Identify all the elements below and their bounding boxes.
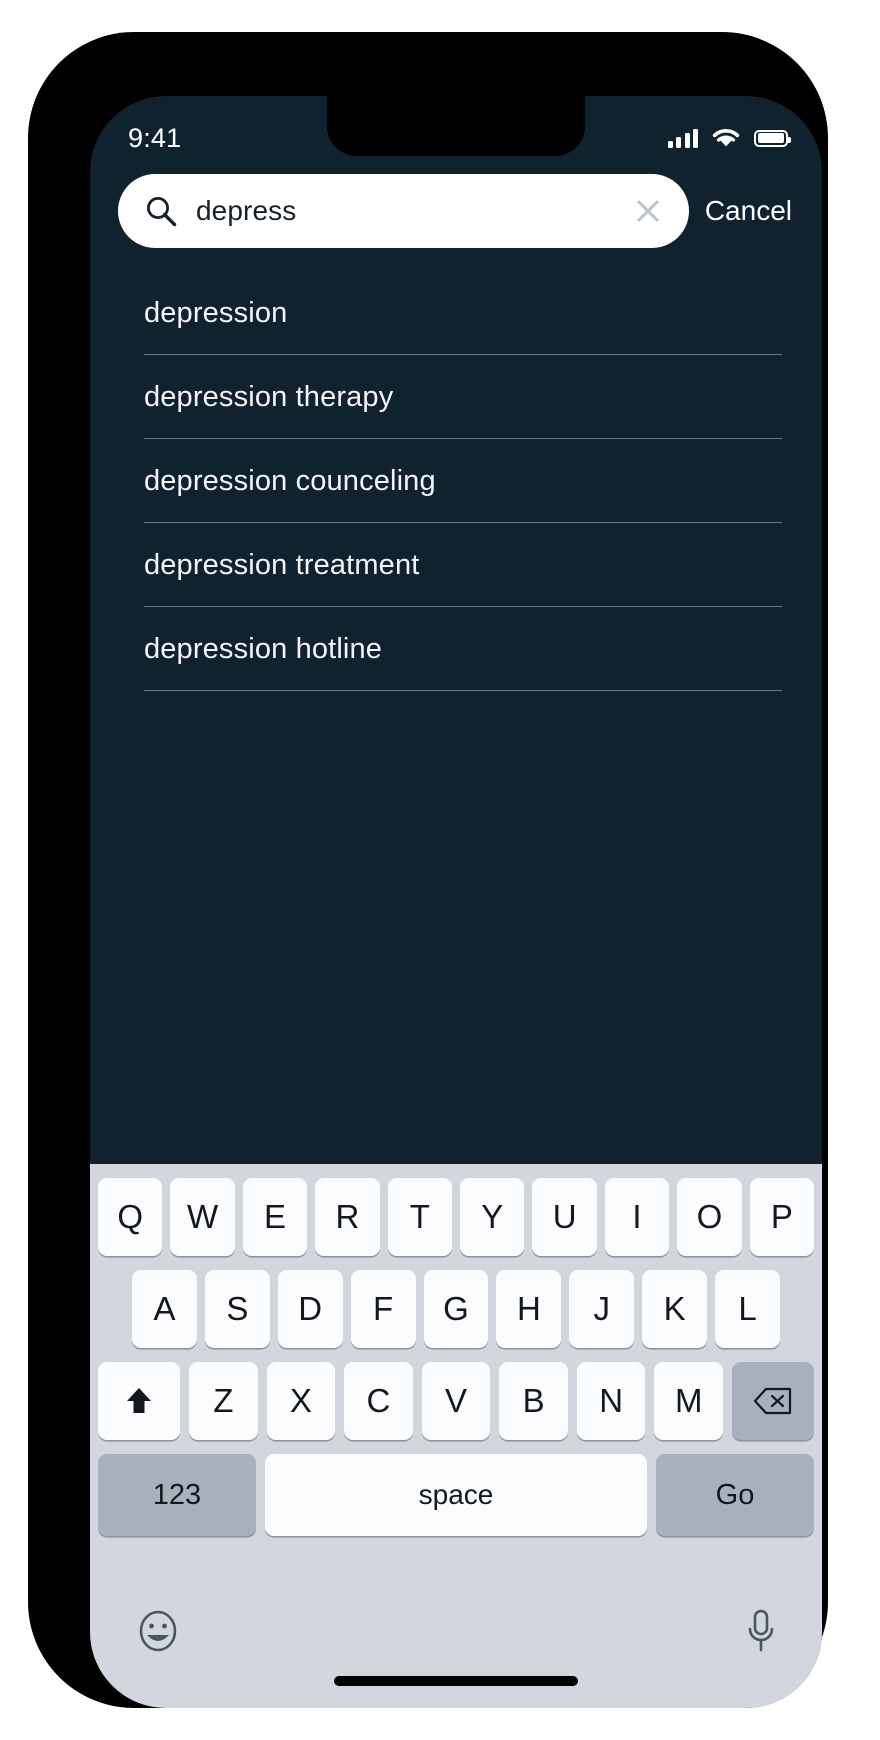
backspace-delete-icon[interactable] [732,1362,814,1440]
search-suggestions-list: depression depression therapy depression… [90,271,822,691]
suggestion-label: depression therapy [144,381,782,414]
key-i[interactable]: I [605,1178,669,1256]
clear-x-icon[interactable] [633,196,663,226]
key-d[interactable]: D [278,1270,343,1348]
list-item[interactable]: depression [144,271,782,355]
home-indicator [334,1676,578,1686]
key-v[interactable]: V [422,1362,491,1440]
key-m[interactable]: M [654,1362,723,1440]
key-u[interactable]: U [532,1178,596,1256]
emoji-smiley-icon[interactable] [134,1607,182,1655]
shift-up-arrow-icon[interactable] [98,1362,180,1440]
key-h[interactable]: H [496,1270,561,1348]
key-o[interactable]: O [677,1178,741,1256]
key-y[interactable]: Y [460,1178,524,1256]
suggestion-label: depression counceling [144,465,782,498]
list-item[interactable]: depression therapy [144,355,782,439]
key-j[interactable]: J [569,1270,634,1348]
key-f[interactable]: F [351,1270,416,1348]
wifi-icon [711,127,741,149]
search-input[interactable]: depress [196,195,615,227]
key-c[interactable]: C [344,1362,413,1440]
key-x[interactable]: X [267,1362,336,1440]
search-bar-row: depress Cancel [90,174,822,248]
key-g[interactable]: G [424,1270,489,1348]
key-s[interactable]: S [205,1270,270,1348]
microphone-icon[interactable] [744,1607,778,1655]
keyboard-row-1: Q W E R T Y U I O P [90,1178,822,1256]
status-bar-time: 9:41 [128,123,181,154]
key-r[interactable]: R [315,1178,379,1256]
suggestion-label: depression [144,297,782,330]
keyboard-row-3: Z X C V B N M [90,1362,822,1440]
cellular-signal-icon [668,128,699,148]
screenshot-stage: 9:41 [0,0,880,1740]
list-item[interactable]: depression counceling [144,439,782,523]
status-bar-icons [668,127,789,149]
keyboard-row-4: 123 space Go [90,1454,822,1536]
space-key[interactable]: space [265,1454,647,1536]
key-t[interactable]: T [388,1178,452,1256]
phone-screen: 9:41 [90,96,822,1708]
search-field[interactable]: depress [118,174,689,248]
cancel-button[interactable]: Cancel [705,195,796,227]
numbers-key[interactable]: 123 [98,1454,256,1536]
suggestion-label: depression treatment [144,549,782,582]
battery-icon [754,130,788,147]
go-key[interactable]: Go [656,1454,814,1536]
suggestion-label: depression hotline [144,633,782,666]
list-item[interactable]: depression hotline [144,607,782,691]
key-k[interactable]: K [642,1270,707,1348]
key-n[interactable]: N [577,1362,646,1440]
key-a[interactable]: A [132,1270,197,1348]
phone-notch [327,96,585,156]
key-w[interactable]: W [170,1178,234,1256]
key-l[interactable]: L [715,1270,780,1348]
key-b[interactable]: B [499,1362,568,1440]
keyboard-row-2: A S D F G H J K L [90,1270,822,1348]
key-z[interactable]: Z [189,1362,258,1440]
key-e[interactable]: E [243,1178,307,1256]
search-icon [144,194,178,228]
key-p[interactable]: P [750,1178,814,1256]
list-item[interactable]: depression treatment [144,523,782,607]
on-screen-keyboard: Q W E R T Y U I O P A S D F G H [90,1164,822,1708]
phone-frame: 9:41 [28,32,828,1708]
key-q[interactable]: Q [98,1178,162,1256]
